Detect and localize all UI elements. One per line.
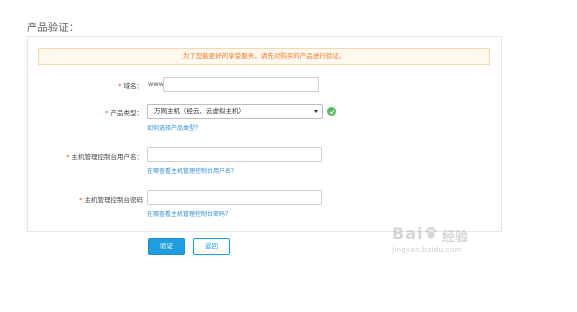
panel-password-help-link[interactable]: 在哪查看主机管理控制台密码？ <box>147 209 231 218</box>
notice-banner: 为了您能更好的享受服务，请先对购买的产品进行验证。 <box>38 48 490 65</box>
product-type-help-link[interactable]: 如何选择产品类型？ <box>147 123 201 132</box>
check-icon <box>327 107 336 116</box>
product-type-selected: 万网主机（经云、云虚拟主机） <box>154 107 245 115</box>
panel-password-label-text: 主机管理控制台密码 <box>84 196 144 204</box>
page-title: 产品验证： <box>27 23 80 34</box>
product-type-label: * 产品类型： <box>105 107 143 117</box>
domain-input[interactable] <box>163 77 319 92</box>
required-mark: * <box>66 153 70 161</box>
watermark-suffix: 经验 <box>442 230 469 245</box>
domain-label: * 域名： <box>118 80 143 90</box>
panel-username-help-link[interactable]: 在哪查看主机管理控制台用户名？ <box>147 166 237 175</box>
verify-button[interactable]: 验证 <box>148 238 185 255</box>
required-mark: * <box>79 196 83 204</box>
baidu-jingyan-watermark: Bai 经验 jingyan.baidu.com <box>392 224 472 264</box>
watermark-brand: Bai <box>392 224 424 243</box>
panel-username-label: * 主机管理控制台用户名： <box>66 151 143 161</box>
required-mark: * <box>118 82 122 90</box>
back-button[interactable]: 返回 <box>193 238 230 255</box>
domain-label-text: 域名： <box>123 82 144 90</box>
panel-password-label: * 主机管理控制台密码 <box>79 194 143 204</box>
panel-username-input[interactable] <box>147 147 322 162</box>
required-mark: * <box>105 109 109 117</box>
watermark-url: jingyan.baidu.com <box>392 246 462 254</box>
chevron-down-icon <box>314 110 318 113</box>
paw-icon <box>425 226 437 239</box>
product-type-label-text: 产品类型： <box>110 109 144 117</box>
panel-username-label-text: 主机管理控制台用户名： <box>71 153 144 161</box>
panel-password-input[interactable] <box>147 190 322 205</box>
product-type-select[interactable]: 万网主机（经云、云虚拟主机） <box>147 104 323 119</box>
